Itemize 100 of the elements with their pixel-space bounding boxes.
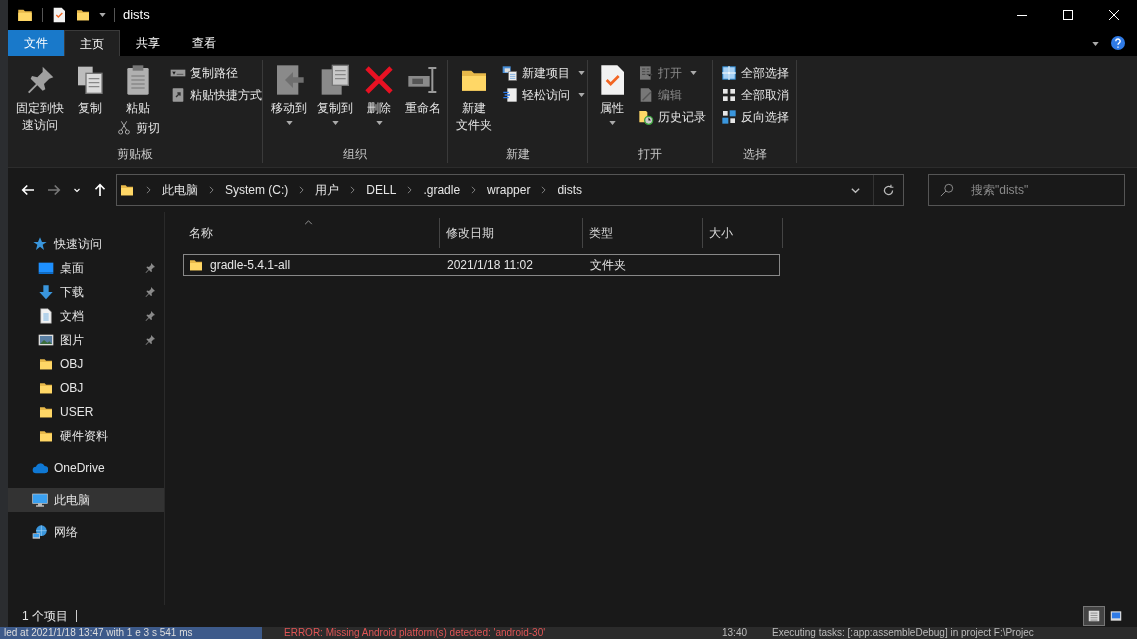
sidebar-label: OBJ xyxy=(60,356,85,373)
sidebar-item[interactable]: 桌面 xyxy=(8,256,164,280)
column-header[interactable]: 名称 xyxy=(183,218,440,248)
ribbon-group-label: 新建 xyxy=(504,146,531,163)
sidebar-item[interactable]: 快速访问 xyxy=(8,232,164,256)
sidebar-label: 图片 xyxy=(60,332,85,349)
sidebar-item[interactable]: OBJ xyxy=(8,352,164,376)
ribbon-tab[interactable]: 主页 xyxy=(64,30,120,56)
pin-button[interactable]: 固定到快 速访问 xyxy=(12,60,68,134)
folder-icon xyxy=(119,182,135,198)
file-type: 文件夹 xyxy=(590,258,626,272)
address-bar[interactable]: 此电脑 System (C:) 用户 DELL .gradle wrapper dists xyxy=(116,174,904,206)
breadcrumb-segment[interactable]: dists xyxy=(557,181,583,199)
maximize-icon xyxy=(1063,10,1073,20)
sidebar-item[interactable]: OBJ xyxy=(8,376,164,400)
caret-icon xyxy=(375,121,383,125)
scissors-icon xyxy=(116,120,132,136)
new-folder-button[interactable]: 新建 文件夹 xyxy=(452,60,496,134)
desktop-icon xyxy=(38,260,54,276)
breadcrumb-segment[interactable]: System (C:) xyxy=(225,181,289,199)
cut-button[interactable]: 剪切 xyxy=(112,117,164,139)
sidebar-item[interactable]: 图片 xyxy=(8,328,164,352)
copy-path-button[interactable]: 复制路径 xyxy=(166,62,266,84)
minimize-icon xyxy=(1017,14,1027,16)
invert-selection-icon xyxy=(721,109,737,125)
pencil-document-icon xyxy=(638,87,654,103)
breadcrumb-segment[interactable]: DELL xyxy=(366,181,397,199)
history-icon xyxy=(638,109,654,125)
chevron-right-icon xyxy=(541,186,547,194)
sidebar-item[interactable]: OneDrive xyxy=(8,456,164,480)
breadcrumb-segment[interactable]: 用户 xyxy=(315,181,340,199)
chevron-right-icon xyxy=(146,186,151,194)
ribbon-tab[interactable]: 共享 xyxy=(120,30,176,56)
sidebar-label: 桌面 xyxy=(60,260,85,277)
folder-icon xyxy=(75,7,91,23)
move-to-button[interactable]: 移动到 xyxy=(267,60,311,125)
caret-icon xyxy=(285,121,293,125)
sidebar-label: OBJ xyxy=(60,380,85,397)
easy-access-button[interactable]: 轻松访问 xyxy=(498,84,589,106)
new-item-button[interactable]: 新建项目 xyxy=(498,62,589,84)
copy-to-icon xyxy=(319,64,351,96)
ribbon-group-label: 打开 xyxy=(637,146,663,163)
close-icon xyxy=(1109,10,1119,20)
history-button[interactable]: 历史记录 xyxy=(634,106,710,128)
sidebar-item[interactable]: 硬件资料 xyxy=(8,424,164,448)
grid-icon xyxy=(721,87,737,103)
ribbon-tab[interactable]: 查看 xyxy=(176,30,232,56)
document-icon xyxy=(502,87,518,103)
column-header[interactable]: 修改日期 xyxy=(440,218,583,248)
ribbon-group-label: 剪贴板 xyxy=(116,146,154,163)
checkmark-document-icon xyxy=(51,7,67,23)
file-name: gradle-5.4.1-all xyxy=(210,257,291,274)
paste-shortcut-button[interactable]: 粘贴快捷方式 xyxy=(166,84,266,106)
search-icon xyxy=(940,183,954,197)
caret-icon xyxy=(578,71,585,75)
copy-to-button[interactable]: 复制到 xyxy=(313,60,357,125)
select-all-button[interactable]: 全部选择 xyxy=(717,62,793,84)
sidebar-label: 硬件资料 xyxy=(60,428,109,445)
help-icon[interactable] xyxy=(1111,36,1125,50)
folder-icon xyxy=(38,356,54,372)
background-text: ERROR: Missing Android platform(s) detected: 'android-30' xyxy=(283,627,547,639)
rename-icon xyxy=(407,64,439,96)
sidebar-label: 快速访问 xyxy=(54,236,103,253)
chevron-right-icon xyxy=(350,186,356,194)
delete-button[interactable]: 删除 xyxy=(359,60,399,125)
sidebar-label: 此电脑 xyxy=(54,492,91,509)
caret-icon xyxy=(578,93,585,97)
background-text: led at 2021/1/18 13:47 with 1 e 3 s 541 ms xyxy=(0,627,262,639)
properties-button[interactable]: 属性 xyxy=(592,60,632,125)
cloud-icon xyxy=(32,460,48,476)
copy-button[interactable]: 复制 xyxy=(70,60,110,117)
sidebar-item[interactable]: 下载 xyxy=(8,280,164,304)
column-header[interactable]: 大小 xyxy=(703,218,783,248)
window-title: dists xyxy=(123,6,150,25)
folder-icon xyxy=(38,428,54,444)
paste-button[interactable]: 粘贴 xyxy=(112,60,164,117)
file-row[interactable]: gradle-5.4.1-all 2021/1/18 11:02 文件夹 xyxy=(183,254,780,276)
caret-icon xyxy=(690,71,697,75)
folder-icon xyxy=(38,380,54,396)
background-text: Executing tasks: [:app:assembleDebug] in project F:\Projec xyxy=(772,627,1035,639)
item-count: 1 个项目 xyxy=(22,608,68,625)
breadcrumb-segment[interactable]: 此电脑 xyxy=(162,181,198,199)
breadcrumb-segment[interactable]: wrapper xyxy=(487,181,531,199)
rename-button[interactable]: 重命名 xyxy=(401,60,445,117)
large-icons-view-icon xyxy=(1109,609,1123,623)
details-view-button[interactable] xyxy=(1083,606,1105,626)
sidebar-label: USER xyxy=(60,404,95,421)
select-none-button[interactable]: 全部取消 xyxy=(717,84,793,106)
sidebar-item[interactable]: USER xyxy=(8,400,164,424)
invert-selection-button[interactable]: 反向选择 xyxy=(717,106,793,128)
refresh-icon xyxy=(882,183,895,197)
sidebar-item[interactable]: 此电脑 xyxy=(8,488,164,512)
caret-icon xyxy=(331,121,339,125)
file-menu-tab[interactable]: 文件 xyxy=(8,30,64,56)
chevron-right-icon xyxy=(407,186,413,194)
search-field[interactable]: 搜索"dists" xyxy=(928,174,1125,206)
column-header[interactable]: 类型 xyxy=(583,218,703,248)
sidebar-item[interactable]: 网络 xyxy=(8,520,164,544)
sidebar-item[interactable]: 文档 xyxy=(8,304,164,328)
breadcrumb-segment[interactable]: .gradle xyxy=(423,181,461,199)
